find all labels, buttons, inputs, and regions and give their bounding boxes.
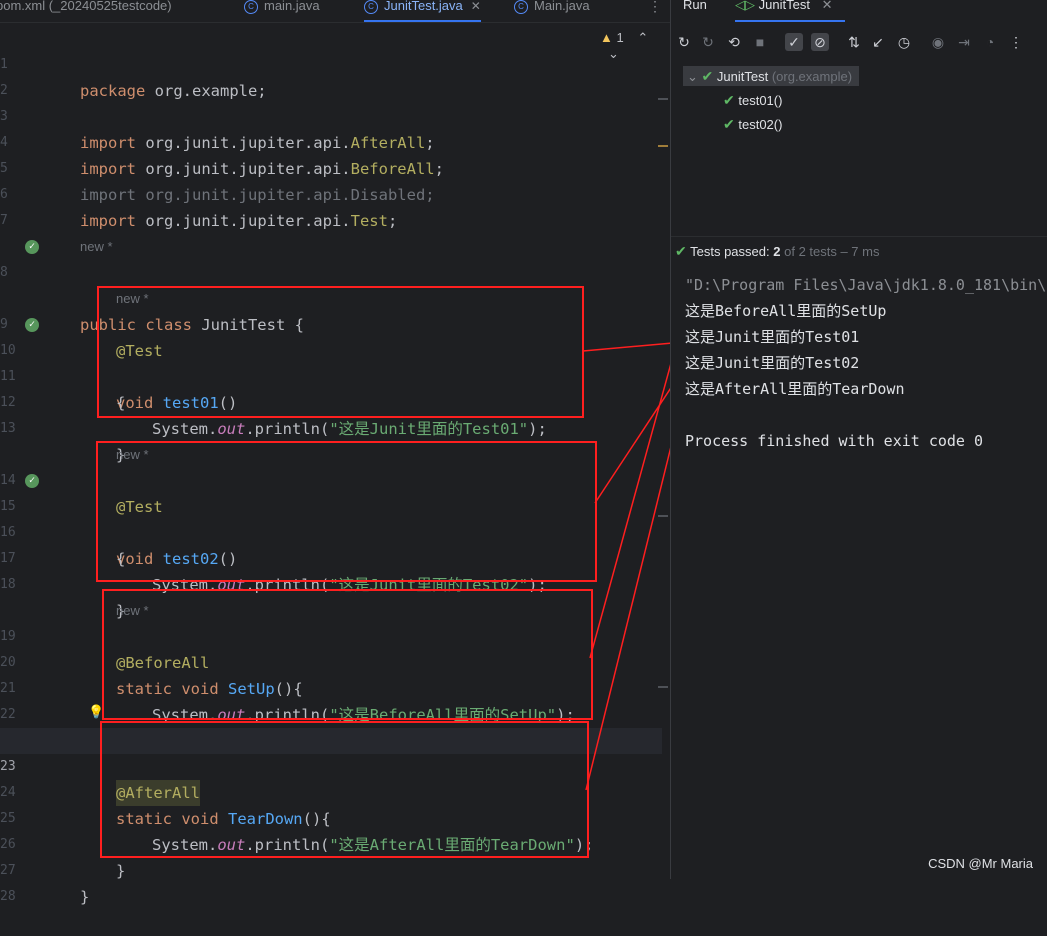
run-toolbar: ↻ ↻ ⟲ ■ ✓ ⊘ ⇅ ↙ ◷ ◉ ⇥ ◔ ⋮ [671,30,1047,56]
run-title: Run [683,0,707,12]
test-status-bar: ✔ Tests passed: 2 of 2 tests – 7 ms [671,236,1047,265]
java-class-icon: C [514,0,528,14]
code-line[interactable]: 3 import org.junit.jupiter.api.AfterAll; [0,78,662,152]
watermark: CSDN @Mr Maria [928,856,1033,871]
junit-run-icon: ◁▷ [735,0,755,12]
code-line[interactable]: 28 [0,858,662,904]
scroll-marker [658,98,668,100]
more-tabs-icon[interactable]: ⋮ [648,0,662,15]
rerun-icon[interactable]: ↻ [675,33,693,51]
passed-check-icon: ✔ [723,116,735,132]
active-tab-indicator [735,20,845,22]
scroll-marker [658,515,668,517]
close-icon[interactable]: ✕ [822,0,833,12]
code-line[interactable]: 4 import org.junit.jupiter.api.BeforeAll… [0,104,662,178]
collapse-icon[interactable]: ↙ [869,33,887,51]
run-tab-junittest[interactable]: ◁▷ JunitTest ✕ [735,0,845,22]
run-test-gutter-icon[interactable]: ✓ [25,474,39,488]
console-line: Process finished with exit code 0 [685,432,984,450]
more-options-icon[interactable]: ⋮ [1007,33,1025,51]
code-line[interactable]: 2 [0,52,662,98]
tab-pom-xml[interactable]: pom.xml (_20240525testcode) [0,0,172,20]
scroll-marker [658,686,668,688]
inlay-row: new * [0,208,662,254]
line-number: 28 [0,889,16,904]
rerun-failed-icon[interactable]: ↻ [699,33,717,51]
tree-root-junittest[interactable]: ⌄ ✔ JunitTest (org.example) [683,66,859,86]
editor-tab-bar: pom.xml (_20240525testcode) Cmain.java C… [0,0,670,23]
close-icon[interactable]: ✕ [471,0,481,13]
tab-main-java-2[interactable]: C Main.java [514,0,590,20]
code-line[interactable]: 7 [0,182,662,228]
editor-scrollbar[interactable] [662,24,670,879]
inlay-row: new * [0,260,662,306]
show-passed-icon[interactable]: ✓ [785,33,803,51]
active-tab-indicator [364,20,481,22]
annotation-box-beforeall [102,589,593,720]
camera-icon[interactable]: ◉ [929,33,947,51]
inlay-row: new * [0,416,662,462]
code-line[interactable]: 8 ✓ public class JunitTest { [0,234,662,334]
code-line[interactable]: 6 import org.junit.jupiter.api.Test; [0,156,662,230]
sort-icon[interactable]: ⇅ [845,33,863,51]
java-class-icon: C [244,0,258,14]
annotation-box-test02 [96,441,597,582]
annotation-box-test01 [97,286,584,418]
console-line: 这是BeforeAll里面的SetUp [685,302,887,320]
console-line: 这是Junit里面的Test01 [685,328,860,346]
code-line[interactable]: 5 import org.junit.jupiter.api.Disabled; [0,130,662,204]
tab-junittest-java[interactable]: C JunitTest.java ✕ [364,0,481,22]
console-line: 这是Junit里面的Test02 [685,354,860,372]
passed-check-icon: ✔ [675,243,687,259]
annotation-box-afterall [100,721,589,858]
warning-scroll-marker [658,145,668,147]
code-line[interactable]: 1 package org.example; [0,26,662,100]
run-header: Run ◁▷ JunitTest ✕ [671,0,1047,26]
console-line: 这是AfterAll里面的TearDown [685,380,905,398]
passed-check-icon: ✔ [723,92,735,108]
stop-icon[interactable]: ■ [751,33,769,51]
history-icon[interactable]: ◷ [895,33,913,51]
chevron-down-icon[interactable]: ⌄ [687,69,698,84]
java-class-icon: C [364,0,378,14]
run-test-gutter-icon[interactable]: ✓ [25,240,39,254]
run-test-gutter-icon[interactable]: ✓ [25,318,39,332]
tree-item-test01[interactable]: ✔ test01() [723,90,782,110]
tree-item-test02[interactable]: ✔ test02() [723,114,782,134]
passed-check-icon: ✔ [701,68,714,84]
show-ignored-icon[interactable]: ⊘ [811,33,829,51]
toggle-auto-test-icon[interactable]: ⟲ [725,33,743,51]
import-tests-icon[interactable]: ⇥ [955,33,973,51]
coverage-icon[interactable]: ◔ [981,33,999,51]
tab-main-java[interactable]: Cmain.java [244,0,320,20]
console-line: "D:\Program Files\Java\jdk1.8.0_181\bin\ [685,276,1047,294]
run-tool-window: Run ◁▷ JunitTest ✕ ↻ ↻ ⟲ ■ ✓ ⊘ ⇅ ↙ ◷ ◉ ⇥… [671,0,1047,879]
